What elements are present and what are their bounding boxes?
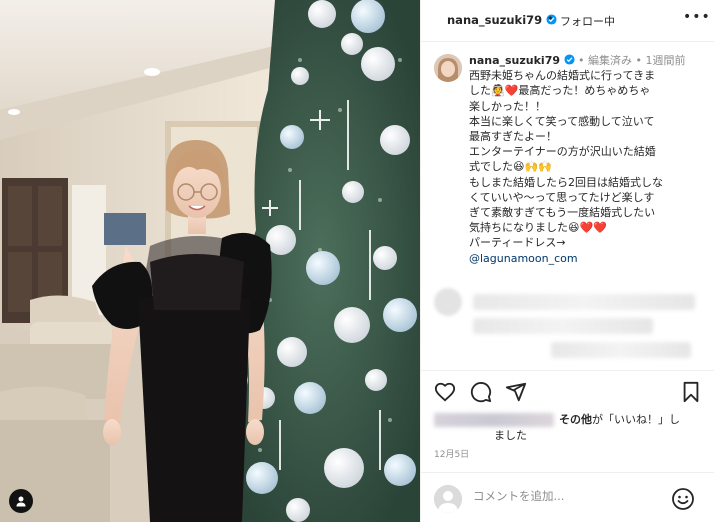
comments-area[interactable]: nana_suzuki79 • 編集済み • 1週間前 西野未姫ちゃんの結婚式に… bbox=[421, 42, 714, 370]
comment-bar bbox=[421, 472, 714, 522]
ellipsis-icon: ••• bbox=[683, 9, 711, 25]
bookmark-icon[interactable] bbox=[680, 381, 702, 403]
smiley-icon[interactable] bbox=[671, 487, 695, 511]
post-time[interactable]: 1週間前 bbox=[646, 54, 686, 67]
post-caption: nana_suzuki79 • 編集済み • 1週間前 西野未姫ちゃんの結婚式に… bbox=[469, 53, 705, 266]
caption-line: パーティードレス→ bbox=[469, 236, 566, 250]
caption-line: 最高すぎたよー！ bbox=[469, 130, 557, 144]
post-header: nana_suzuki79 • フォロー中 ••• bbox=[421, 0, 714, 42]
caption-line: した👰❤️最高だった！めちゃめちゃ bbox=[469, 84, 651, 98]
blurred-comment bbox=[473, 318, 653, 334]
caption-line: 楽しかった！！ bbox=[469, 99, 546, 113]
caption-line: 式でした😆🙌🙌 bbox=[469, 160, 552, 174]
paper-plane-icon[interactable] bbox=[505, 381, 527, 403]
user-tag-button[interactable] bbox=[9, 489, 33, 513]
likes-text: が「いいね！」し bbox=[592, 413, 680, 426]
edited-label: • 編集済み • bbox=[578, 54, 642, 67]
more-options-button[interactable]: ••• bbox=[683, 9, 711, 25]
caption-line: ぎて素敵すぎてもう一度結婚式したい bbox=[469, 206, 656, 220]
caption-line: 本当に楽しくて笑って感動して泣いて bbox=[469, 114, 655, 128]
header-separator: • bbox=[547, 12, 554, 25]
caption-line: 西野未姫ちゃんの結婚式に行ってきま bbox=[469, 69, 656, 83]
verified-badge-icon bbox=[563, 54, 575, 65]
caption-line: もしまた結婚したら2回目は結婚式しな bbox=[469, 175, 663, 189]
heart-icon[interactable] bbox=[434, 381, 456, 403]
post-image bbox=[0, 0, 420, 522]
post-date[interactable]: 12月5日 bbox=[434, 447, 469, 460]
caption-line: エンターテイナーの方が沢山いた結婚 bbox=[469, 145, 656, 159]
caption-line: 気持ちになりました😆❤️❤️ bbox=[469, 221, 607, 235]
current-user-avatar bbox=[434, 485, 462, 513]
person-icon bbox=[16, 496, 26, 507]
blurred-comment bbox=[473, 294, 695, 310]
post-photo[interactable] bbox=[0, 0, 420, 522]
blurred-liker-name bbox=[434, 413, 554, 427]
blurred-comment bbox=[551, 342, 691, 358]
avatar-image bbox=[434, 54, 462, 82]
header-username[interactable]: nana_suzuki79 bbox=[447, 13, 557, 27]
mention-link[interactable]: @lagunamoon_com bbox=[469, 251, 705, 266]
blurred-avatar bbox=[434, 288, 462, 316]
post-sidebar: nana_suzuki79 • フォロー中 ••• nana_suzuki79 bbox=[420, 0, 714, 522]
default-avatar-icon bbox=[434, 485, 462, 513]
action-bar bbox=[421, 370, 714, 412]
likes-others-link[interactable]: その他 bbox=[559, 413, 592, 426]
following-button[interactable]: フォロー中 bbox=[560, 13, 615, 29]
avatar[interactable] bbox=[434, 54, 462, 82]
comment-input[interactable] bbox=[473, 489, 653, 503]
comment-icon[interactable] bbox=[470, 381, 492, 403]
caption-username[interactable]: nana_suzuki79 bbox=[469, 54, 560, 67]
likes-text-line2: ました bbox=[494, 429, 527, 442]
caption-line: くていいや〜って思ってたけど楽しす bbox=[469, 190, 655, 204]
